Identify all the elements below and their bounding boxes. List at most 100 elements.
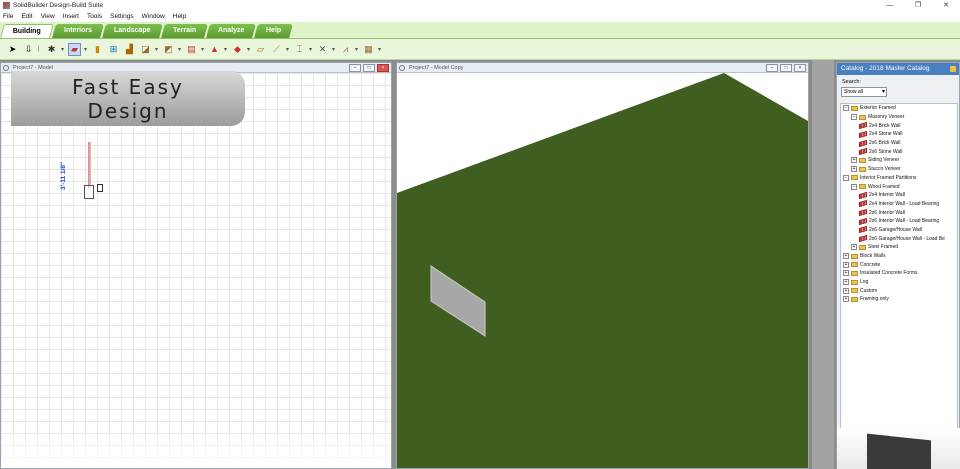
selection-handle[interactable]	[84, 185, 94, 199]
expand-icon[interactable]: +	[851, 157, 857, 164]
truss-icon[interactable]: ▦	[362, 43, 375, 56]
catalog-folder[interactable]: + Siding Veneer	[841, 156, 957, 165]
expand-icon[interactable]: +	[843, 253, 849, 260]
tab-interiors[interactable]: Interiors	[52, 24, 104, 38]
close-button[interactable]: ×	[377, 64, 389, 72]
tab-analyze[interactable]: Analyze	[205, 24, 257, 38]
dropdown-arrow-icon[interactable]: ▾	[84, 46, 88, 53]
door-icon[interactable]: ▮	[91, 43, 104, 56]
menu-edit[interactable]: Edit	[21, 13, 32, 20]
catalog-item[interactable]: 2x4 Interior Wall - Load Bearing	[841, 200, 957, 209]
catalog-item[interactable]: 2x6 Brick Wall	[841, 139, 957, 148]
deck-icon[interactable]: ◩	[162, 43, 175, 56]
catalog-folder[interactable]: + Framing only	[841, 295, 957, 304]
expand-icon[interactable]: +	[851, 166, 857, 173]
dormer-icon[interactable]: ◆	[231, 43, 244, 56]
catalog-item[interactable]: 2x6 Garage/House Wall	[841, 226, 957, 235]
catalog-item[interactable]: 2x4 Brick Wall	[841, 121, 957, 130]
menu-view[interactable]: View	[41, 13, 55, 20]
tab-terrain[interactable]: Terrain	[160, 24, 208, 38]
collapse-icon[interactable]: −	[843, 174, 849, 181]
expand-icon[interactable]: +	[843, 296, 849, 303]
catalog-folder[interactable]: + Stucco Veneer	[841, 165, 957, 174]
minimize-button[interactable]: –	[766, 64, 778, 72]
3d-canvas[interactable]	[397, 73, 808, 468]
catalog-item[interactable]: 2x6 Stone Wall	[841, 147, 957, 156]
dropdown-arrow-icon[interactable]: ▾	[286, 46, 290, 53]
trim-icon[interactable]: ▤	[185, 43, 198, 56]
expand-icon[interactable]: +	[851, 244, 857, 251]
minimize-button[interactable]: —	[876, 0, 904, 11]
plan-canvas[interactable]	[1, 73, 391, 468]
column-icon[interactable]: ⌶	[293, 43, 306, 56]
expand-icon[interactable]: +	[843, 261, 849, 268]
catalog-folder[interactable]: + Concrete	[841, 260, 957, 269]
stairs-icon[interactable]: ▟	[123, 43, 136, 56]
menu-window[interactable]: Window	[142, 13, 165, 20]
catalog-folder[interactable]: + Insulated Concrete Forms	[841, 269, 957, 278]
framing-icon[interactable]: ▱	[254, 43, 267, 56]
floor-icon[interactable]: ◪	[139, 43, 152, 56]
collapse-icon[interactable]: −	[851, 183, 857, 190]
menu-insert[interactable]: Insert	[63, 13, 79, 20]
dropdown-arrow-icon[interactable]: ▾	[247, 46, 251, 53]
catalog-folder[interactable]: + Log	[841, 278, 957, 287]
select-arrow-icon[interactable]: ➤	[6, 43, 19, 56]
roof-icon[interactable]: ✱	[45, 43, 58, 56]
tab-help[interactable]: Help	[254, 24, 294, 38]
expand-icon[interactable]: +	[843, 279, 849, 286]
menu-file[interactable]: File	[3, 13, 13, 20]
catalog-item[interactable]: 2x4 Interior Wall	[841, 191, 957, 200]
panel-divider[interactable]	[812, 60, 834, 469]
catalog-folder[interactable]: + Custom	[841, 286, 957, 295]
joist-icon[interactable]: ✕	[316, 43, 329, 56]
catalog-item[interactable]: 2x4 Stone Wall	[841, 130, 957, 139]
dropdown-arrow-icon[interactable]: ▾	[178, 46, 182, 53]
tab-building[interactable]: Building	[0, 24, 54, 38]
dropdown-arrow-icon[interactable]: ▾	[61, 46, 65, 53]
beam-icon[interactable]: ⟋	[270, 43, 283, 56]
dropdown-arrow-icon[interactable]: ▾	[355, 46, 359, 53]
close-button[interactable]: ×	[794, 64, 806, 72]
catalog-folder[interactable]: − Exterior Framed	[841, 104, 957, 113]
catalog-folder[interactable]: − Wood Framed	[841, 182, 957, 191]
catalog-folder[interactable]: − Masonry Veneer	[841, 113, 957, 122]
close-button[interactable]: ✕	[932, 0, 960, 11]
dropdown-arrow-icon[interactable]: ▾	[332, 46, 336, 53]
roof-plane-icon[interactable]: ▲	[208, 43, 221, 56]
wall-segment[interactable]	[88, 142, 91, 188]
collapse-icon[interactable]: −	[843, 105, 849, 112]
catalog-folder[interactable]: + Steel Framed	[841, 243, 957, 252]
minimize-button[interactable]: –	[349, 64, 361, 72]
dropdown-arrow-icon[interactable]: ▾	[309, 46, 313, 53]
maximize-button[interactable]: □	[363, 64, 375, 72]
catalog-item[interactable]: 2x6 Interior Wall	[841, 208, 957, 217]
menu-tools[interactable]: Tools	[87, 13, 102, 20]
catalog-folder[interactable]: + Block Walls	[841, 252, 957, 261]
window-icon[interactable]: ⊞	[107, 43, 120, 56]
expand-icon[interactable]: +	[843, 270, 849, 277]
wall-icon	[859, 209, 867, 217]
dropdown-arrow-icon[interactable]: ▾	[224, 46, 228, 53]
restore-button[interactable]: ❐	[904, 0, 932, 11]
3d-view-titlebar[interactable]: Project7 - Model Copy – □ ×	[397, 63, 808, 73]
dropdown-arrow-icon[interactable]: ▾	[201, 46, 205, 53]
catalog-folder[interactable]: − Interior Framed Partitions	[841, 174, 957, 183]
collapse-icon[interactable]: −	[851, 114, 857, 121]
expand-icon[interactable]: +	[843, 287, 849, 294]
catalog-item[interactable]: 2x6 Interior Wall - Load Bearing	[841, 217, 957, 226]
catalog-titlebar[interactable]: Catalog - 2018 Master Catalog	[837, 63, 959, 75]
dropdown-arrow-icon[interactable]: ▾	[155, 46, 159, 53]
rafter-icon[interactable]: ⩘	[339, 43, 352, 56]
search-filter-select[interactable]: Show all	[841, 87, 887, 97]
menu-settings[interactable]: Settings	[110, 13, 134, 20]
dropdown-arrow-icon[interactable]: ▾	[378, 46, 382, 53]
wall-icon[interactable]: ▰	[68, 42, 81, 56]
pointer-icon[interactable]: ⇩	[22, 43, 35, 56]
folder-icon	[851, 288, 858, 294]
catalog-item[interactable]: 2x6 Garage/House Wall - Load Be	[841, 234, 957, 243]
tab-landscape[interactable]: Landscape	[102, 24, 163, 38]
maximize-button[interactable]: □	[780, 64, 792, 72]
menu-help[interactable]: Help	[173, 13, 186, 20]
pin-icon[interactable]	[950, 66, 956, 72]
